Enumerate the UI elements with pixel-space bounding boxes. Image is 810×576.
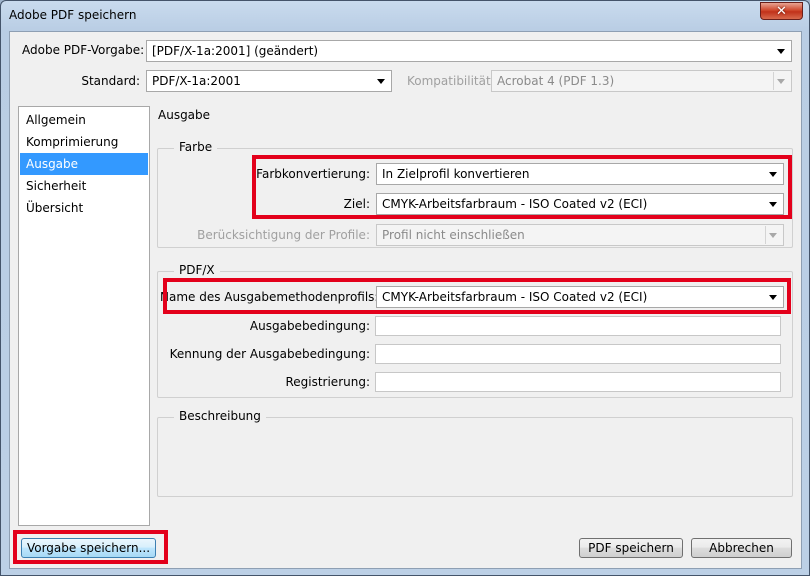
profile-value: Profil nicht einschließen bbox=[382, 228, 525, 242]
title-bar[interactable]: Adobe PDF speichern ✕ bbox=[1, 1, 809, 31]
chevron-down-icon bbox=[377, 79, 385, 84]
sidebar-item-uebersicht[interactable]: Übersicht bbox=[20, 197, 148, 219]
preset-label: Adobe PDF-Vorgabe: bbox=[22, 43, 145, 57]
highlight-frame-farbe bbox=[252, 155, 792, 219]
preset-dropdown[interactable]: [PDF/X-1a:2001] (geändert) bbox=[146, 40, 792, 62]
window-title: Adobe PDF speichern bbox=[9, 8, 137, 22]
section-title: Ausgabe bbox=[158, 108, 211, 122]
kennung-label: Kennung der Ausgabebedingung: bbox=[169, 347, 370, 361]
compat-label: Kompatibilität: bbox=[407, 74, 495, 88]
registrierung-label: Registrierung: bbox=[285, 375, 370, 389]
highlight-frame-pdfx bbox=[163, 278, 791, 314]
ausgabebedingung-field[interactable] bbox=[375, 316, 781, 336]
close-button[interactable]: ✕ bbox=[760, 2, 803, 20]
profile-dropdown: Profil nicht einschließen bbox=[376, 224, 784, 246]
sidebar-item-komprimierung[interactable]: Komprimierung bbox=[20, 131, 148, 153]
preset-value: [PDF/X-1a:2001] (geändert) bbox=[152, 44, 319, 58]
chevron-down-icon bbox=[777, 79, 785, 84]
compat-dropdown: Acrobat 4 (PDF 1.3) bbox=[491, 70, 792, 92]
standard-label: Standard: bbox=[81, 74, 140, 88]
standard-value: PDF/X-1a:2001 bbox=[152, 74, 241, 88]
sidebar-item-allgemein[interactable]: Allgemein bbox=[20, 109, 148, 131]
farbe-group-title: Farbe bbox=[174, 140, 218, 154]
standard-dropdown[interactable]: PDF/X-1a:2001 bbox=[146, 70, 392, 92]
highlight-frame-save-preset bbox=[13, 530, 168, 564]
category-list: Allgemein Komprimierung Ausgabe Sicherhe… bbox=[18, 106, 150, 526]
registrierung-field[interactable] bbox=[375, 372, 781, 392]
beschreibung-group-title: Beschreibung bbox=[174, 409, 266, 423]
pdfx-group-title: PDF/X bbox=[174, 263, 220, 277]
profile-label: Berücksichtigung der Profile: bbox=[197, 228, 370, 242]
beschreibung-group: Beschreibung bbox=[157, 409, 793, 497]
chevron-down-icon bbox=[777, 49, 785, 54]
dialog-client-area: Adobe PDF-Vorgabe: [PDF/X-1a:2001] (geän… bbox=[9, 31, 802, 569]
kennung-field[interactable] bbox=[375, 344, 781, 364]
sidebar-item-ausgabe[interactable]: Ausgabe bbox=[20, 153, 148, 175]
close-icon: ✕ bbox=[776, 3, 787, 19]
compat-value: Acrobat 4 (PDF 1.3) bbox=[497, 74, 615, 88]
ausgabebedingung-label: Ausgabebedingung: bbox=[249, 319, 370, 333]
cancel-button[interactable]: Abbrechen bbox=[691, 538, 792, 558]
sidebar-item-sicherheit[interactable]: Sicherheit bbox=[20, 175, 148, 197]
save-pdf-button[interactable]: PDF speichern bbox=[579, 538, 683, 558]
dialog-window: Adobe PDF speichern ✕ Adobe PDF-Vorgabe:… bbox=[0, 0, 810, 576]
chevron-down-icon bbox=[769, 233, 777, 238]
